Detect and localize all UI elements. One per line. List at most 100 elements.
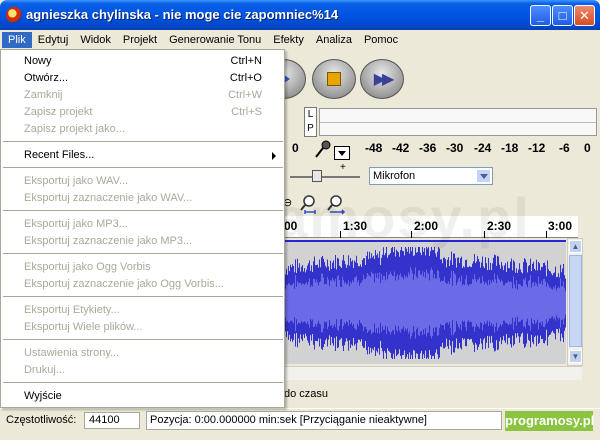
- menu-projekt[interactable]: Projekt: [117, 32, 163, 48]
- menu-item-eksportuj-etykiety[interactable]: Eksportuj Etykiety...: [2, 302, 284, 319]
- menu-item-eksportuj-mp3[interactable]: Eksportuj jako MP3...: [2, 216, 284, 233]
- input-source-value: Mikrofon: [373, 170, 416, 182]
- menu-item-wyjscie[interactable]: Wyjście: [2, 388, 284, 405]
- db-tick: -42: [392, 141, 410, 155]
- menu-item-shortcut: Ctrl+S: [231, 106, 262, 118]
- menu-widok[interactable]: Widok: [74, 32, 117, 48]
- menu-item-nowy[interactable]: Nowy Ctrl+N: [2, 53, 284, 70]
- meter-zero-label: 0: [292, 141, 299, 155]
- input-source-select[interactable]: Mikrofon: [369, 167, 493, 185]
- sample-rate-label: Częstotliwość:: [6, 414, 77, 426]
- minimize-icon: _: [536, 8, 545, 23]
- menu-item-eksportuj-zaznaczenie-wav[interactable]: Eksportuj zaznaczenie jako WAV...: [2, 190, 284, 207]
- menu-item-label: Zamknij: [24, 89, 63, 101]
- menu-item-label: Zapisz projekt jako...: [24, 123, 125, 135]
- microphone-icon[interactable]: [313, 139, 333, 159]
- meter-left-label: L: [307, 109, 314, 120]
- timeline-ruler[interactable]: 00 1:30 2:00 2:30 3:00: [284, 216, 578, 238]
- scroll-up-icon[interactable]: ▲: [569, 240, 582, 253]
- timeline-tick: 2:30: [487, 219, 512, 233]
- timeline-mark: [484, 231, 485, 238]
- zoom-fit-icon[interactable]: [297, 193, 319, 215]
- vertical-scroll-thumb[interactable]: [569, 255, 582, 347]
- db-tick: -18: [501, 141, 519, 155]
- timeline-mark: [340, 231, 341, 238]
- menu-item-label: Recent Files...: [24, 149, 95, 161]
- meter-options-dropdown[interactable]: [334, 146, 350, 160]
- db-tick: -48: [365, 141, 383, 155]
- menu-item-label: Eksportuj Etykiety...: [24, 304, 120, 316]
- menu-item-label: Drukuj...: [24, 364, 65, 376]
- window-title: agnieszka chylinska - nie moge cie zapom…: [26, 7, 339, 22]
- menu-item-shortcut: Ctrl+N: [230, 55, 262, 67]
- menu-item-otworz[interactable]: Otwórz... Ctrl+O: [2, 70, 284, 87]
- timeline-tick: 1:30: [343, 219, 368, 233]
- chevron-down-icon[interactable]: [476, 169, 491, 183]
- db-tick: -6: [559, 141, 570, 155]
- menu-item-label: Eksportuj jako WAV...: [24, 175, 129, 187]
- menu-item-label: Eksportuj Wiele plików...: [24, 321, 143, 333]
- menu-item-drukuj[interactable]: Drukuj...: [2, 362, 284, 379]
- menu-separator: [3, 141, 283, 142]
- menu-item-recent-files[interactable]: Recent Files...: [2, 147, 284, 164]
- close-button[interactable]: ✕: [574, 5, 595, 26]
- menu-item-zapisz-projekt[interactable]: Zapisz projekt Ctrl+S: [2, 104, 284, 121]
- menu-pomoc[interactable]: Pomoc: [358, 32, 404, 48]
- menu-item-label: Otwórz...: [24, 72, 69, 84]
- menu-item-label: Eksportuj zaznaczenie jako MP3...: [24, 235, 193, 247]
- menu-item-eksportuj-wav[interactable]: Eksportuj jako WAV...: [2, 173, 284, 190]
- db-tick: -30: [446, 141, 464, 155]
- menu-item-eksportuj-ogg[interactable]: Eksportuj jako Ogg Vorbis: [2, 259, 284, 276]
- menu-item-zamknij[interactable]: Zamknij Ctrl+W: [2, 87, 284, 104]
- menu-item-eksportuj-wiele-plikow[interactable]: Eksportuj Wiele plików...: [2, 319, 284, 336]
- menu-item-shortcut: Ctrl+O: [229, 72, 262, 84]
- sample-rate-field[interactable]: 44100: [84, 412, 140, 429]
- input-volume-track: [290, 176, 360, 178]
- db-tick: 0: [584, 141, 591, 155]
- menu-plik[interactable]: Plik: [2, 31, 32, 48]
- menu-analiza[interactable]: Analiza: [310, 32, 358, 48]
- menu-separator: [3, 210, 283, 211]
- audio-track[interactable]: [284, 240, 566, 364]
- menu-item-label: Nowy: [24, 55, 52, 67]
- stop-button[interactable]: [312, 59, 356, 99]
- menu-edytuj[interactable]: Edytuj: [32, 32, 75, 48]
- menu-item-shortcut: Ctrl+W: [228, 89, 262, 101]
- skip-end-button[interactable]: ▶▶: [360, 59, 404, 99]
- meter-right-label: P: [307, 123, 314, 134]
- horizontal-scrollbar[interactable]: [284, 366, 582, 380]
- menu-efekty[interactable]: Efekty: [267, 32, 310, 48]
- snap-status: do czasu: [284, 388, 329, 400]
- menu-bar: Plik Edytuj Widok Projekt Generowanie To…: [0, 30, 600, 49]
- skip-end-icon: ▶▶: [373, 71, 395, 88]
- vertical-scrollbar[interactable]: ▲ ▼: [567, 238, 583, 366]
- volume-plus-label: +: [340, 162, 346, 173]
- menu-item-label: Wyjście: [24, 390, 62, 402]
- menu-item-eksportuj-zaznaczenie-mp3[interactable]: Eksportuj zaznaczenie jako MP3...: [2, 233, 284, 250]
- db-tick: -24: [474, 141, 492, 155]
- submenu-arrow-icon: [272, 152, 276, 160]
- level-meter: [319, 108, 597, 136]
- stop-icon: [327, 72, 341, 86]
- file-menu-dropdown: Nowy Ctrl+N Otwórz... Ctrl+O Zamknij Ctr…: [0, 49, 285, 408]
- timeline-tick: 2:00: [414, 219, 439, 233]
- menu-generowanie-tonu[interactable]: Generowanie Tonu: [163, 32, 267, 48]
- menu-separator: [3, 296, 283, 297]
- menu-item-ustawienia-strony[interactable]: Ustawienia strony...: [2, 345, 284, 362]
- zoom-selection-icon[interactable]: [324, 193, 346, 215]
- menu-item-label: Zapisz projekt: [24, 106, 93, 118]
- menu-item-eksportuj-zaznaczenie-ogg[interactable]: Eksportuj zaznaczenie jako Ogg Vorbis...: [2, 276, 284, 293]
- timeline-tick: 00: [284, 219, 298, 233]
- minimize-button[interactable]: _: [530, 5, 551, 26]
- menu-separator: [3, 167, 283, 168]
- menu-item-zapisz-projekt-jako[interactable]: Zapisz projekt jako...: [2, 121, 284, 138]
- input-volume-slider[interactable]: [312, 170, 322, 182]
- maximize-button[interactable]: □: [552, 5, 573, 26]
- position-status: Pozycja: 0:00.000000 min:sek [Przyciągan…: [146, 411, 502, 430]
- menu-separator: [3, 253, 283, 254]
- maximize-icon: □: [558, 8, 567, 23]
- brand-logo: programosy.pl: [505, 411, 594, 431]
- timeline-tick: 3:00: [548, 219, 573, 233]
- menu-item-label: Eksportuj jako Ogg Vorbis: [24, 261, 151, 273]
- scroll-down-icon[interactable]: ▼: [569, 350, 582, 363]
